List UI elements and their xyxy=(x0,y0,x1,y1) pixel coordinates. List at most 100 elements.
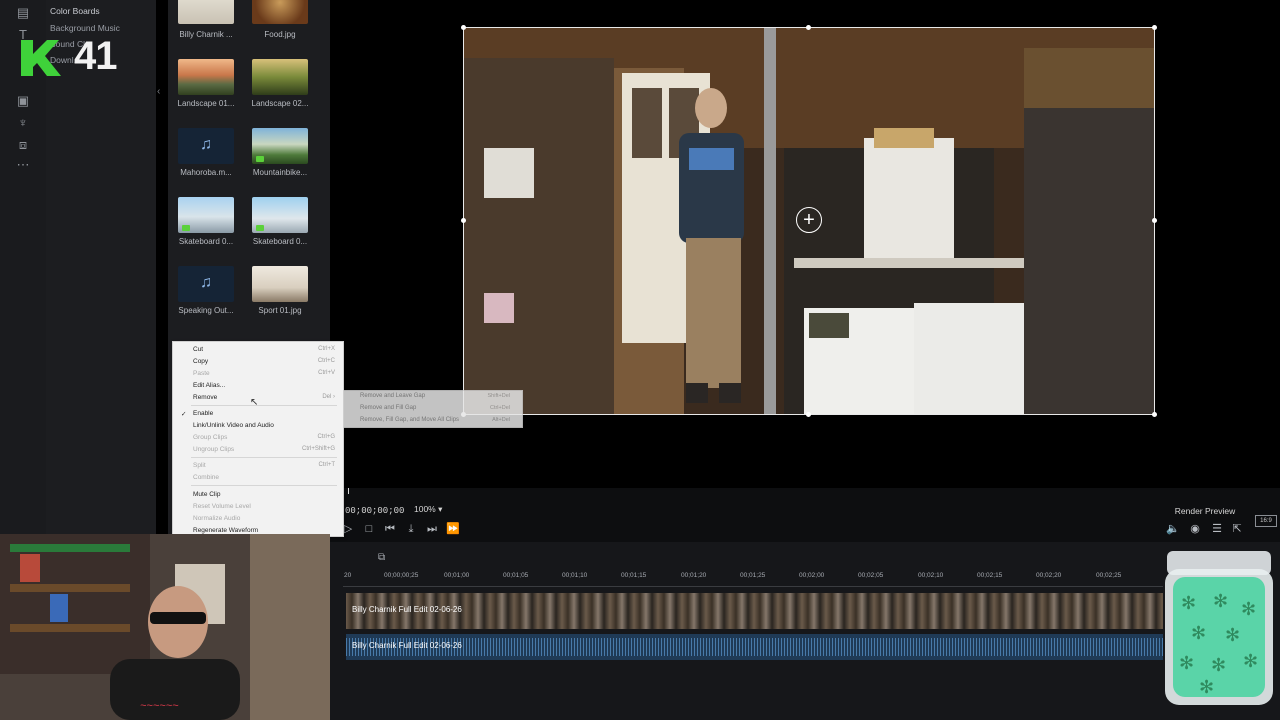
submenu-item-leave-gap[interactable]: Remove and Leave Gap xyxy=(360,393,425,399)
previous-frame-icon[interactable]: ⏮ xyxy=(383,522,397,536)
menu-shortcut: Ctrl+X xyxy=(318,346,335,352)
overlay-room-icon[interactable]: ▣ xyxy=(14,94,32,108)
submenu-item-fill-gap[interactable]: Remove and Fill Gap xyxy=(360,405,416,411)
menu-item-remove[interactable]: Remove xyxy=(193,394,217,401)
music-note-icon: ♫ xyxy=(200,136,212,153)
menu-shortcut: Alt+Del xyxy=(492,417,510,423)
media-room-icon[interactable]: ▤ xyxy=(14,6,32,20)
menu-item-normalize-audio[interactable]: Normalize Audio xyxy=(193,515,240,522)
menu-item-link-unlink[interactable]: Link/Unlink Video and Audio xyxy=(193,422,274,429)
next-frame-icon[interactable]: ⏭ xyxy=(425,522,439,536)
media-thumb[interactable] xyxy=(252,128,308,164)
music-note-icon: ♫ xyxy=(200,274,212,291)
svg-text:✻: ✻ xyxy=(1211,655,1226,675)
audio-waveform xyxy=(346,638,1163,656)
media-thumb[interactable] xyxy=(252,266,308,302)
jar-overlay-image: ✻ ✻ ✻ ✻ ✻✻ ✻ ✻✻ xyxy=(1165,551,1273,705)
more-icon[interactable]: ⋯ xyxy=(14,158,32,172)
menu-item-paste[interactable]: Paste xyxy=(193,370,210,377)
menu-item-combine[interactable]: Combine xyxy=(193,474,219,481)
submenu-arrow-icon: › xyxy=(333,394,335,400)
ruler-tick: 00;01;15 xyxy=(621,572,647,579)
media-thumb[interactable] xyxy=(252,197,308,233)
svg-text:✻: ✻ xyxy=(1191,623,1206,643)
aspect-ratio-badge[interactable]: 16:9 xyxy=(1255,515,1277,527)
video-badge-icon xyxy=(256,156,264,162)
ruler-tick: 00;01;10 xyxy=(562,572,588,579)
zoom-value: 100% xyxy=(414,504,436,514)
media-thumb[interactable] xyxy=(252,0,308,24)
ruler-tick: 00;02;25 xyxy=(1096,572,1122,579)
shirt-print: ~~~~~~ xyxy=(140,700,179,712)
media-thumb[interactable] xyxy=(178,0,234,24)
timeline-panel xyxy=(330,542,1280,720)
menu-shortcut: Shift+Del xyxy=(487,393,510,399)
fast-forward-icon[interactable]: ⏩ xyxy=(446,522,460,536)
channel-k-logo xyxy=(21,40,61,76)
effects-room-icon[interactable]: ♆ xyxy=(14,116,32,130)
menu-item-split[interactable]: Split xyxy=(193,462,206,469)
volume-icon[interactable]: 🔈 xyxy=(1165,522,1181,536)
move-crosshair-icon[interactable]: + xyxy=(796,207,822,233)
split-marker-icon[interactable]: ⤓ xyxy=(404,522,418,536)
resize-handle[interactable] xyxy=(806,25,811,30)
render-preview-button[interactable]: Render Preview xyxy=(1170,504,1240,518)
display-settings-icon[interactable]: ☰ xyxy=(1209,522,1225,536)
submenu-item-fill-gap-move-all[interactable]: Remove, Fill Gap, and Move All Clips xyxy=(360,417,459,423)
media-thumb[interactable] xyxy=(178,59,234,95)
remove-submenu: Remove and Leave Gap Shift+Del Remove an… xyxy=(343,390,523,428)
resize-handle[interactable] xyxy=(1152,412,1157,417)
menu-shortcut: Ctrl+C xyxy=(317,358,335,364)
menu-shortcut: Ctrl+Del xyxy=(489,405,510,411)
menu-separator xyxy=(191,457,337,458)
timecode-display[interactable]: 00;00;00;00 xyxy=(345,506,404,516)
checkmark-icon: ✓ xyxy=(181,411,187,418)
resize-handle[interactable] xyxy=(1152,25,1157,30)
track-manager-icon[interactable]: ⧉ xyxy=(378,552,385,563)
menu-item-reset-volume[interactable]: Reset Volume Level xyxy=(193,503,251,510)
resize-handle[interactable] xyxy=(806,412,811,417)
menu-item-mute-clip[interactable]: Mute Clip xyxy=(193,491,220,498)
stop-icon[interactable]: □ xyxy=(362,522,376,536)
media-caption: Skateboard 0... xyxy=(252,237,308,246)
snapshot-icon[interactable]: ◉ xyxy=(1187,522,1203,536)
media-caption: Food.jpg xyxy=(264,30,296,39)
resize-handle[interactable] xyxy=(1152,218,1157,223)
menu-item-edit-alias[interactable]: Edit Alias... xyxy=(193,382,225,389)
menu-item-copy[interactable]: Copy xyxy=(193,358,208,365)
resize-handle[interactable] xyxy=(461,25,466,30)
media-caption: Mountainbike... xyxy=(252,168,308,177)
svg-text:✻: ✻ xyxy=(1243,651,1258,671)
zoom-dropdown[interactable]: 100% ▾ xyxy=(414,504,462,518)
collapse-panel-icon[interactable]: ‹ xyxy=(157,86,167,100)
svg-text:✻: ✻ xyxy=(1181,593,1196,613)
pip-room-icon[interactable]: ⧈ xyxy=(14,138,32,152)
tree-item-background-music[interactable]: Background Music xyxy=(50,23,120,33)
context-menu: Cut Ctrl+X Copy Ctrl+C Paste Ctrl+V Edit… xyxy=(172,341,344,537)
menu-separator xyxy=(191,405,337,406)
menu-shortcut: Ctrl+V xyxy=(318,370,335,376)
media-thumb[interactable]: ♫ xyxy=(178,128,234,164)
ruler-tick: 00;02;05 xyxy=(858,572,884,579)
resize-handle[interactable] xyxy=(461,218,466,223)
undock-icon[interactable]: ⇱ xyxy=(1229,522,1245,536)
ruler-tick: 00;01;05 xyxy=(503,572,529,579)
menu-item-group-clips[interactable]: Group Clips xyxy=(193,434,227,441)
ruler-tick: 00;02;10 xyxy=(918,572,944,579)
svg-text:✻: ✻ xyxy=(1199,677,1214,697)
menu-item-cut[interactable]: Cut xyxy=(193,346,203,353)
menu-item-enable[interactable]: Enable xyxy=(193,410,213,417)
media-caption: Skateboard 0... xyxy=(178,237,234,246)
chevron-down-icon: ▾ xyxy=(438,504,443,514)
menu-item-regenerate-waveform[interactable]: Regenerate Waveform xyxy=(193,527,258,534)
menu-item-ungroup-clips[interactable]: Ungroup Clips xyxy=(193,446,234,453)
tree-item-color-boards[interactable]: Color Boards xyxy=(50,6,100,16)
media-thumb[interactable] xyxy=(178,197,234,233)
video-clip[interactable] xyxy=(346,593,1163,629)
ruler-start-label: 20 xyxy=(344,572,352,579)
media-thumb[interactable] xyxy=(252,59,308,95)
media-thumb[interactable]: ♫ xyxy=(178,266,234,302)
preview-scrubber[interactable] xyxy=(348,488,349,494)
mouse-cursor-icon: ↖ xyxy=(250,397,259,408)
svg-text:✻: ✻ xyxy=(1225,625,1240,645)
